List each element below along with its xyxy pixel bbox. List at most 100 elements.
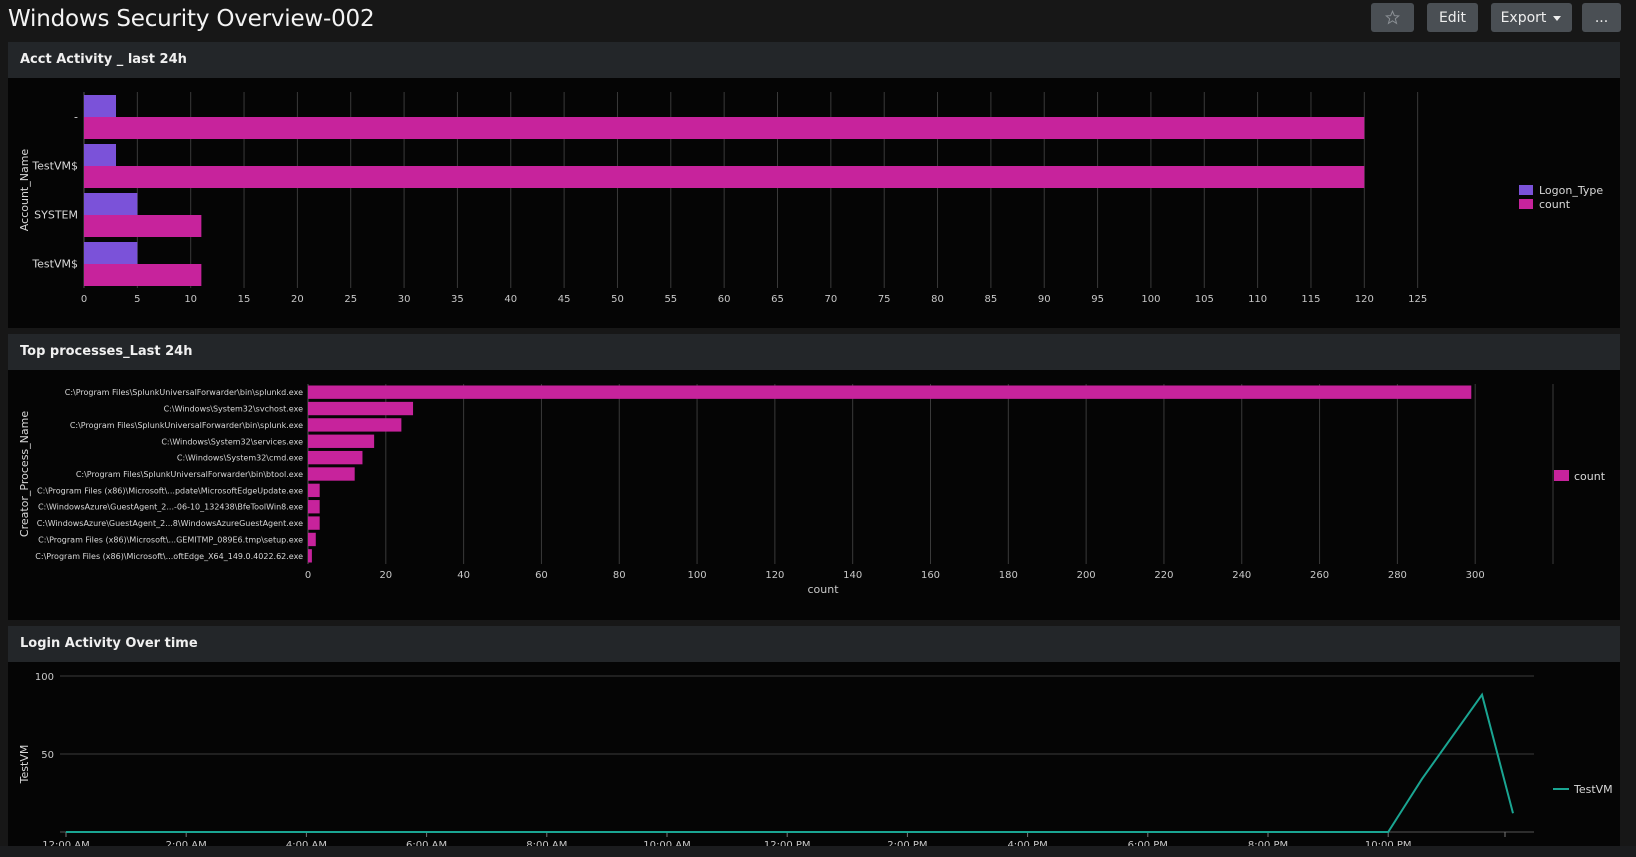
bar-count xyxy=(84,117,1365,139)
y-tick-label: - xyxy=(74,111,78,124)
bar-count xyxy=(308,385,1472,399)
legend-label: TestVM xyxy=(1573,783,1613,796)
more-actions-button[interactable]: ... xyxy=(1582,3,1621,32)
bar-count xyxy=(308,483,320,498)
x-tick-label: 5 xyxy=(134,294,140,305)
legend-label: Logon_Type xyxy=(1539,184,1603,197)
x-tick-label: 60 xyxy=(718,294,731,305)
favorite-button[interactable] xyxy=(1371,3,1414,32)
dashboard-header: Windows Security Overview-002 Edit Expor… xyxy=(0,0,1636,42)
x-tick-label: 20 xyxy=(291,294,304,305)
x-tick-label: 65 xyxy=(771,294,784,305)
y-tick-label: 50 xyxy=(41,750,54,761)
x-tick-label: 50 xyxy=(611,294,624,305)
x-tick-label: 110 xyxy=(1248,294,1267,305)
bar-count xyxy=(308,418,402,432)
bottom-bar xyxy=(0,846,1636,857)
y-tick-label: 100 xyxy=(35,672,54,683)
panel-header: Login Activity Over time xyxy=(8,626,1620,662)
y-tick-label: C:\Program Files\SplunkUniversalForwarde… xyxy=(70,421,303,430)
y-tick-label: TestVM$ xyxy=(31,160,78,173)
panel-title: Login Activity Over time xyxy=(20,636,198,651)
y-axis-label: Account_Name xyxy=(18,149,31,232)
x-tick-label: 45 xyxy=(558,294,571,305)
y-tick-label: SYSTEM xyxy=(34,209,78,222)
bar-count xyxy=(308,516,320,530)
panel-top-processes: Top processes_Last 24h 0 20 40 60 80 100 120 14… xyxy=(8,334,1620,620)
x-tick-label: 0 xyxy=(305,570,311,581)
star-icon xyxy=(1385,10,1400,25)
legend-swatch xyxy=(1519,185,1533,195)
panel-title: Acct Activity _ last 24h xyxy=(20,52,187,67)
x-tick-label: 80 xyxy=(613,570,626,581)
panel-login-activity: Login Activity Over time 50 100 12:00 AM 2:… xyxy=(8,626,1620,846)
x-tick-label: 300 xyxy=(1466,570,1485,581)
x-tick-label: 15 xyxy=(238,294,251,305)
bar-count xyxy=(308,467,355,481)
legend-label: count xyxy=(1539,198,1571,211)
x-tick-label: 10 xyxy=(184,294,197,305)
bar-logon-type xyxy=(84,242,138,264)
x-tick-label: 105 xyxy=(1195,294,1214,305)
x-tick-label: 240 xyxy=(1232,570,1251,581)
x-tick-label: 120 xyxy=(1355,294,1374,305)
y-tick-label: C:\Windows\System32\cmd.exe xyxy=(177,454,303,463)
x-tick-label: 40 xyxy=(457,570,470,581)
y-tick-label: C:\WindowsAzure\GuestAgent_2...8\Windows… xyxy=(37,519,303,528)
export-button[interactable]: Export xyxy=(1491,3,1572,32)
x-tick-label: 70 xyxy=(824,294,837,305)
x-tick-label: 100 xyxy=(688,570,707,581)
bar-count xyxy=(308,500,320,514)
y-tick-label: C:\Program Files (x86)\Microsoft\...oftE… xyxy=(35,552,303,561)
x-tick-label: 140 xyxy=(843,570,862,581)
legend-swatch xyxy=(1554,470,1569,481)
x-tick-label: 280 xyxy=(1388,570,1407,581)
x-tick-label: 180 xyxy=(999,570,1018,581)
bar-logon-type xyxy=(84,144,117,166)
x-tick-label: 120 xyxy=(765,570,784,581)
y-tick-label: C:\Windows\System32\services.exe xyxy=(161,437,303,446)
x-tick-label: 115 xyxy=(1301,294,1320,305)
bar-logon-type xyxy=(84,95,117,117)
x-tick-label: 25 xyxy=(344,294,357,305)
y-tick-label: C:\Windows\System32\svchost.exe xyxy=(164,405,303,414)
panel-header: Top processes_Last 24h xyxy=(8,334,1620,370)
legend-label: count xyxy=(1574,470,1606,483)
y-tick-label: C:\Program Files\SplunkUniversalForwarde… xyxy=(76,470,303,479)
x-tick-label: 85 xyxy=(985,294,998,305)
panel-header: Acct Activity _ last 24h xyxy=(8,42,1620,78)
x-tick-label: 80 xyxy=(931,294,944,305)
y-tick-label: TestVM$ xyxy=(31,258,78,271)
page-title: Windows Security Overview-002 xyxy=(8,6,375,32)
bar-count xyxy=(308,434,375,448)
bar-count xyxy=(84,166,1365,188)
x-tick-label: 20 xyxy=(379,570,392,581)
x-tick-label: 200 xyxy=(1077,570,1096,581)
x-tick-label: 160 xyxy=(921,570,940,581)
x-tick-label: 55 xyxy=(664,294,677,305)
legend-swatch xyxy=(1519,199,1533,209)
x-tick-label: 260 xyxy=(1310,570,1329,581)
y-tick-label: C:\Program Files\SplunkUniversalForwarde… xyxy=(65,388,303,397)
x-tick-label: 0 xyxy=(81,294,87,305)
bar-count xyxy=(84,264,202,286)
bar-count xyxy=(308,532,316,547)
x-tick-label: 40 xyxy=(504,294,517,305)
y-tick-label: C:\Program Files (x86)\Microsoft\...GEMI… xyxy=(38,535,303,544)
bar-logon-type xyxy=(84,193,138,215)
export-label: Export xyxy=(1500,9,1547,26)
x-tick-label: 125 xyxy=(1408,294,1427,305)
panel-acct-activity: Acct Activity _ last 24h 0 5 10 15 20 25 30 35 4… xyxy=(8,42,1620,328)
x-tick-label: 60 xyxy=(535,570,548,581)
bar-count xyxy=(84,215,202,237)
acct-activity-chart: 0 5 10 15 20 25 30 35 40 45 50 55 60 65 70 75 80 85 90 95 10… xyxy=(18,92,1603,305)
y-tick-label: C:\Program Files (x86)\Microsoft\...pdat… xyxy=(37,486,303,495)
edit-button[interactable]: Edit xyxy=(1427,3,1478,32)
y-axis-label: TestVM xyxy=(18,745,31,785)
panel-title: Top processes_Last 24h xyxy=(20,344,193,359)
bar-count xyxy=(308,450,363,465)
line-series-testvm xyxy=(66,692,1514,833)
x-tick-label: 95 xyxy=(1091,294,1104,305)
x-tick-label: 30 xyxy=(398,294,411,305)
caret-down-icon xyxy=(1553,15,1562,21)
